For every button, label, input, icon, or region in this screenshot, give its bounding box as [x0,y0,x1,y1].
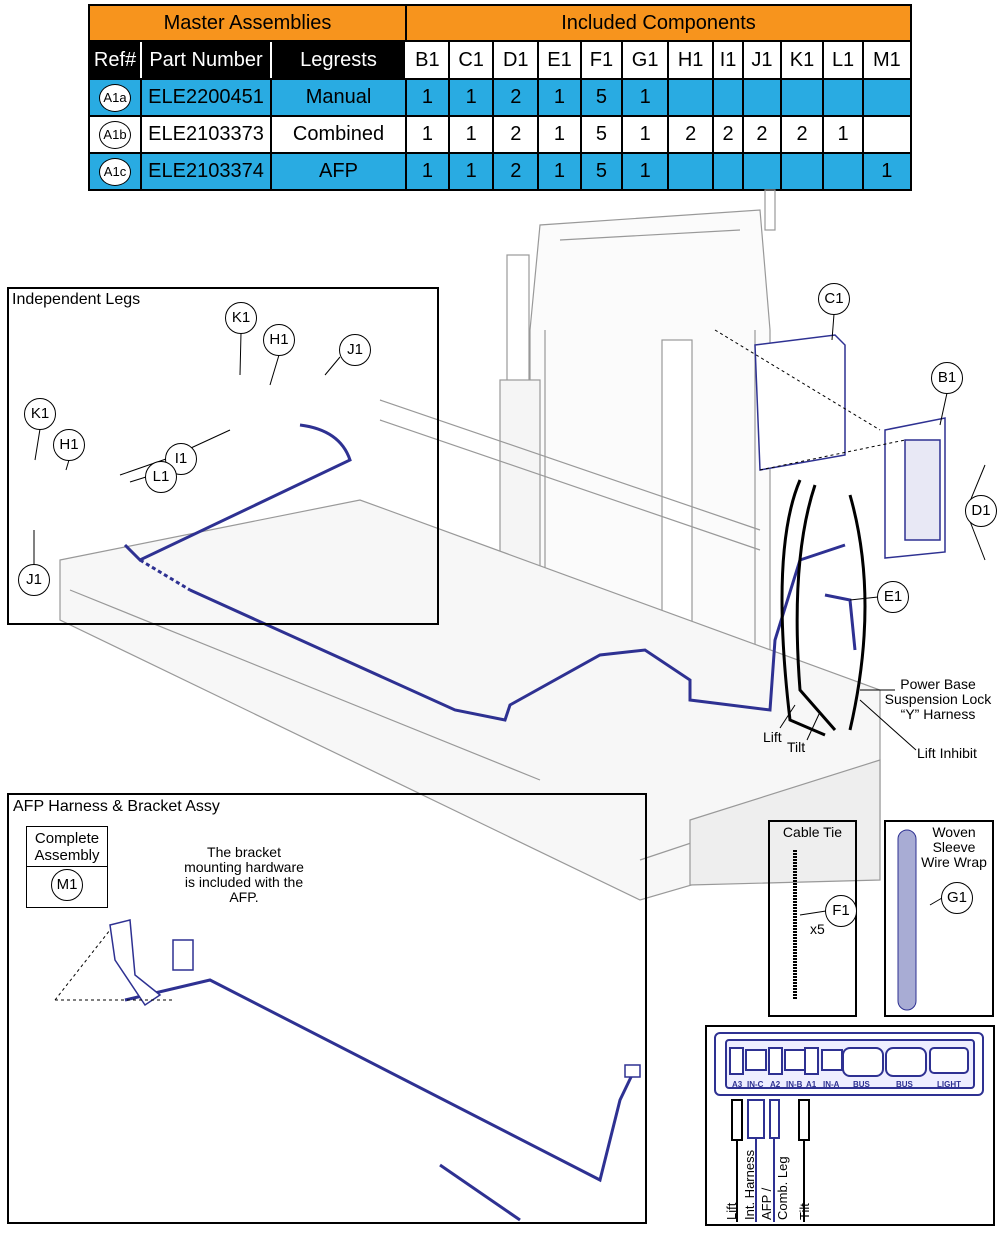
callout-h1: H1 [53,429,85,461]
callout-m1: M1 [51,869,83,901]
title-line: Woven [932,824,976,840]
callout-g1: G1 [941,882,973,914]
port-bus: BUS [896,1080,913,1089]
port-in-b: IN-B [786,1080,803,1089]
callout-j1: J1 [339,334,371,366]
independent-legs-title: Independent Legs [12,291,141,309]
cable-tie-qty: x5 [810,921,825,937]
lift-inhibit-label: Lift Inhibit [917,745,977,761]
afp-title: AFP Harness & Bracket Assy [13,798,220,816]
note-line: mounting hardware [184,859,304,875]
port-a3: A3 [732,1080,743,1089]
note-line: The bracket [207,844,281,860]
y-harness-line: Suspension Lock [884,691,992,707]
callout-j1: J1 [18,564,50,596]
wire-afp-label: AFP / [759,1187,774,1220]
y-harness-label: Power Base Suspension Lock “Y” Harness [878,677,998,722]
note-line: AFP. [229,889,259,905]
title-line: Wire Wrap [921,854,987,870]
complete-assembly-line: Complete [34,830,100,847]
callout-d1: D1 [965,495,997,527]
callout-e1: E1 [877,581,909,613]
wire-lift-label: Lift [724,1202,739,1220]
callout-b1: B1 [931,362,963,394]
callout-k1: K1 [225,302,257,334]
woven-sleeve-title: Woven Sleeve Wire Wrap [916,825,992,870]
callout-c1: C1 [818,283,850,315]
port-bus: BUS [853,1080,870,1089]
port-light: LIGHT [937,1080,961,1089]
port-a2: A2 [770,1080,781,1089]
complete-assembly-label: Complete Assembly [27,830,107,867]
woven-sleeve-panel: Woven Sleeve Wire Wrap [884,820,994,1017]
callout-l1: L1 [145,461,177,493]
wire-tilt-label: Tilt [797,1203,812,1220]
afp-bracket-note: The bracket mounting hardware is include… [170,845,318,905]
tilt-label: Tilt [787,739,806,755]
cable-tie-title: Cable Tie [782,824,843,840]
lift-label: Lift [763,729,782,745]
wire-comb-leg-label: Comb. Leg [775,1156,790,1220]
port-in-c: IN-C [747,1080,764,1089]
title-line: Sleeve [932,839,976,855]
note-line: is included with the [184,874,304,890]
wire-int-harness-label: Int. Harness [742,1149,757,1220]
callout-k1: K1 [24,398,56,430]
y-harness-line: Power Base [900,676,976,692]
callout-f1: F1 [825,895,857,927]
y-harness-line: “Y” Harness [900,706,976,722]
complete-assembly-line: Assembly [34,847,100,864]
callout-h1: H1 [263,324,295,356]
port-in-a: IN-A [823,1080,840,1089]
port-a1: A1 [806,1080,817,1089]
